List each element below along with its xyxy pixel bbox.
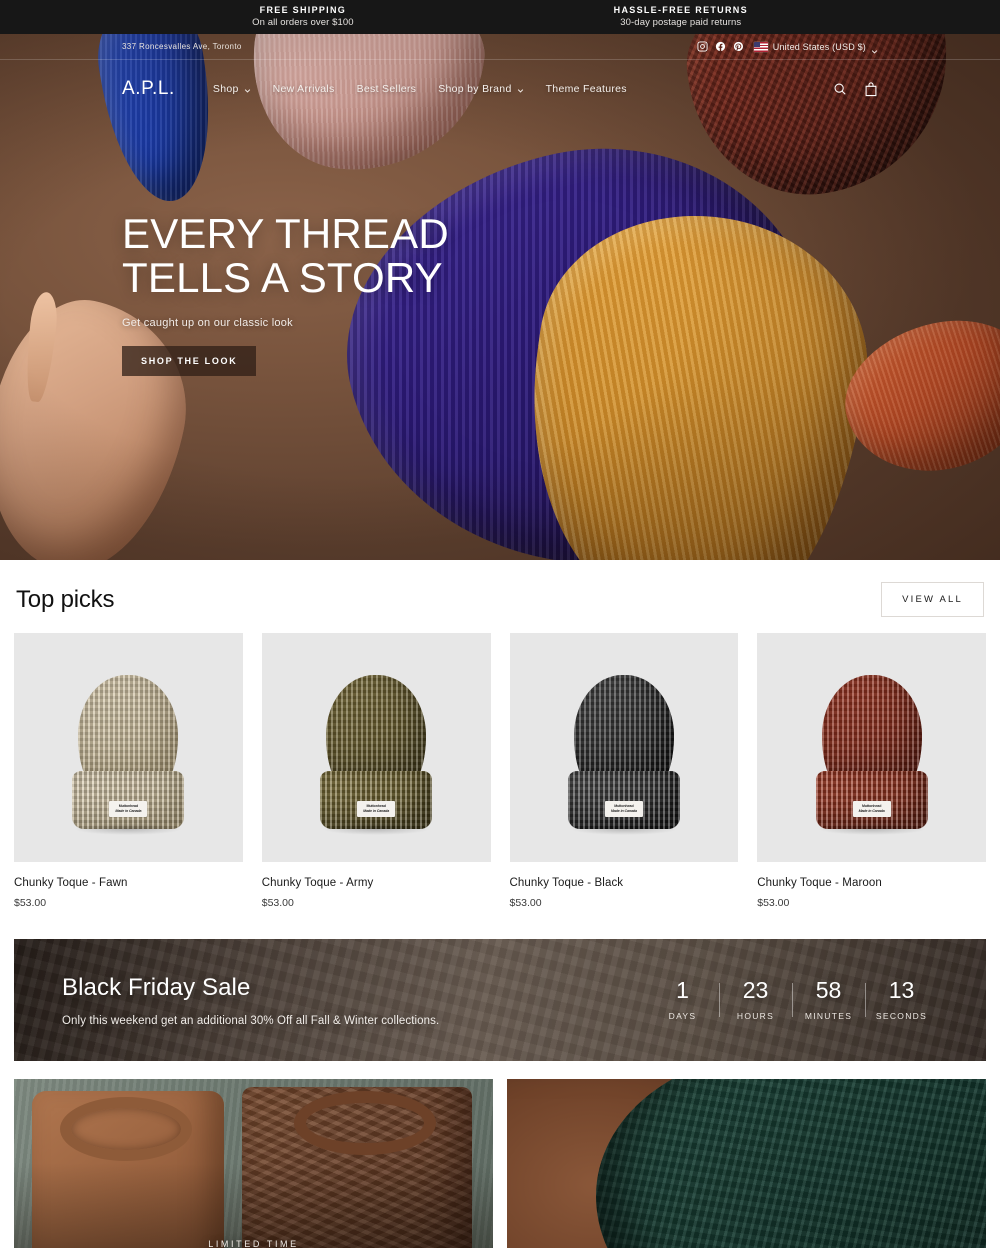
nav-item-theme-features[interactable]: Theme Features — [546, 83, 627, 95]
pinterest-icon[interactable] — [733, 41, 744, 52]
nav-label: Shop — [212, 83, 239, 95]
announcement-subtitle: On all orders over $100 — [252, 17, 354, 29]
view-all-button[interactable]: VIEW ALL — [881, 582, 984, 617]
product-title: Chunky Toque - Fawn — [14, 877, 128, 889]
promo-tile-limited-time[interactable]: LIMITED TIME The Original — [14, 1079, 493, 1248]
promo-tile-portrait[interactable] — [507, 1079, 986, 1248]
cart-icon[interactable] — [864, 81, 878, 97]
countdown-label: DAYS — [668, 1011, 697, 1021]
brand-name: Muttonhead — [118, 804, 139, 809]
brand-name: Muttonhead — [614, 804, 634, 809]
product-title: Chunky Toque - Black — [509, 877, 624, 889]
countdown-unit-hours: 23 HOURS — [719, 979, 792, 1021]
main-navigation: A.P.L. Shop New Arrivals Best Sellers Sh… — [0, 60, 1000, 118]
product-title: Chunky Toque - Army — [261, 877, 374, 889]
hero-banner: 337 Roncesvalles Ave, Toronto United Sta… — [0, 34, 1000, 560]
product-price: $53.00 — [14, 897, 47, 909]
product-card[interactable]: Muttonhead Made in Canada Chunky Toque - … — [14, 633, 243, 909]
announcement-subtitle: 30-day postage paid returns — [620, 17, 742, 29]
brand-label: Muttonhead Made in Canada — [852, 800, 891, 817]
locale-selector[interactable]: United States (USD $) — [753, 41, 878, 54]
utility-bar: 337 Roncesvalles Ave, Toronto United Sta… — [0, 34, 1000, 60]
product-image[interactable]: Muttonhead Made in Canada — [261, 633, 491, 862]
product-card[interactable]: Muttonhead Made in Canada Chunky Toque - … — [757, 633, 986, 909]
brand-name: Muttonhead — [366, 804, 386, 809]
chevron-down-icon — [517, 85, 524, 93]
brand-name: Muttonhead — [861, 804, 882, 809]
brand-label: Muttonhead Made in Canada — [357, 800, 396, 817]
countdown-value: 23 — [742, 977, 769, 1003]
announcement-item: HASSLE-FREE RETURNS 30-day postage paid … — [614, 5, 748, 29]
product-card[interactable]: Muttonhead Made in Canada Chunky Toque - … — [509, 633, 739, 909]
product-price: $53.00 — [757, 897, 790, 909]
sale-title: Black Friday Sale — [62, 973, 251, 1001]
hero-subtitle: Get caught up on our classic look — [122, 317, 293, 330]
nav-label: Theme Features — [545, 83, 627, 95]
sale-banner[interactable]: Black Friday Sale Only this weekend get … — [14, 939, 986, 1061]
countdown-unit-minutes: 58 MINUTES — [792, 979, 865, 1021]
nav-item-shop[interactable]: Shop — [213, 83, 251, 95]
brand-sub: Made in Canada — [858, 808, 885, 813]
nav-item-shop-by-brand[interactable]: Shop by Brand — [438, 83, 523, 95]
countdown-label: MINUTES — [804, 1011, 853, 1021]
nav-item-best-sellers[interactable]: Best Sellers — [357, 83, 417, 95]
section-title: Top picks — [16, 585, 115, 613]
us-flag-icon — [753, 41, 768, 52]
product-price: $53.00 — [509, 897, 542, 909]
announcement-title: HASSLE-FREE RETURNS — [613, 4, 748, 15]
promo-eyebrow: LIMITED TIME — [208, 1239, 299, 1248]
chevron-down-icon — [871, 42, 878, 54]
product-image[interactable]: Muttonhead Made in Canada — [14, 633, 243, 862]
chevron-down-icon — [244, 85, 251, 93]
hero-title-line1: EVERY THREAD — [122, 209, 449, 257]
countdown-unit-seconds: 13 SECONDS — [865, 979, 938, 1021]
social-links — [697, 41, 744, 52]
green-beanie — [596, 1079, 986, 1248]
countdown-label: SECONDS — [875, 1011, 928, 1021]
countdown-value: 13 — [888, 977, 915, 1003]
announcement-bar: FREE SHIPPING On all orders over $100 HA… — [0, 0, 1000, 34]
hero-title-line2: TELLS A STORY — [122, 253, 443, 301]
product-title: Chunky Toque - Maroon — [757, 877, 882, 889]
store-address: 337 Roncesvalles Ave, Toronto — [122, 42, 242, 51]
countdown-value: 58 — [815, 977, 842, 1003]
countdown-timer: 1 DAYS 23 HOURS 58 MINUTES 13 SECONDS — [646, 977, 938, 1022]
brand-sub: Made in Canada — [115, 808, 142, 813]
nav-item-new-arrivals[interactable]: New Arrivals — [273, 83, 335, 95]
site-logo[interactable]: A.P.L. — [122, 78, 175, 100]
facebook-icon[interactable] — [715, 41, 726, 52]
sale-subtitle: Only this weekend get an additional 30% … — [62, 1014, 440, 1027]
top-picks-section: Top picks VIEW ALL Muttonhead Made in Can… — [0, 560, 1000, 909]
product-grid: Muttonhead Made in Canada Chunky Toque - … — [14, 633, 986, 909]
countdown-label: HOURS — [736, 1011, 775, 1021]
product-image[interactable]: Muttonhead Made in Canada — [509, 633, 739, 862]
search-icon[interactable] — [833, 82, 847, 96]
countdown-value: 1 — [676, 977, 689, 1003]
nav-label: Best Sellers — [356, 83, 417, 95]
announcement-item: FREE SHIPPING On all orders over $100 — [252, 5, 354, 29]
product-card[interactable]: Muttonhead Made in Canada Chunky Toque - … — [261, 633, 491, 909]
brand-sub: Made in Canada — [363, 808, 390, 813]
nav-label: New Arrivals — [272, 83, 335, 95]
brand-label: Muttonhead Made in Canada — [109, 800, 148, 817]
instagram-icon[interactable] — [697, 41, 708, 52]
split-tiles-section: LIMITED TIME The Original — [0, 1061, 1000, 1248]
countdown-unit-days: 1 DAYS — [646, 977, 719, 1022]
product-price: $53.00 — [261, 897, 294, 909]
announcement-title: FREE SHIPPING — [259, 4, 347, 15]
brand-label: Muttonhead Made in Canada — [604, 800, 643, 817]
brand-sub: Made in Canada — [610, 808, 637, 813]
product-image[interactable]: Muttonhead Made in Canada — [757, 633, 986, 862]
hero-title: EVERY THREAD TELLS A STORY — [122, 212, 1000, 299]
sale-banner-wrapper: Black Friday Sale Only this weekend get … — [0, 909, 1000, 1061]
locale-label: United States (USD $) — [772, 41, 866, 52]
shop-the-look-button[interactable]: SHOP THE LOOK — [122, 346, 257, 377]
nav-label: Shop by Brand — [438, 83, 512, 95]
